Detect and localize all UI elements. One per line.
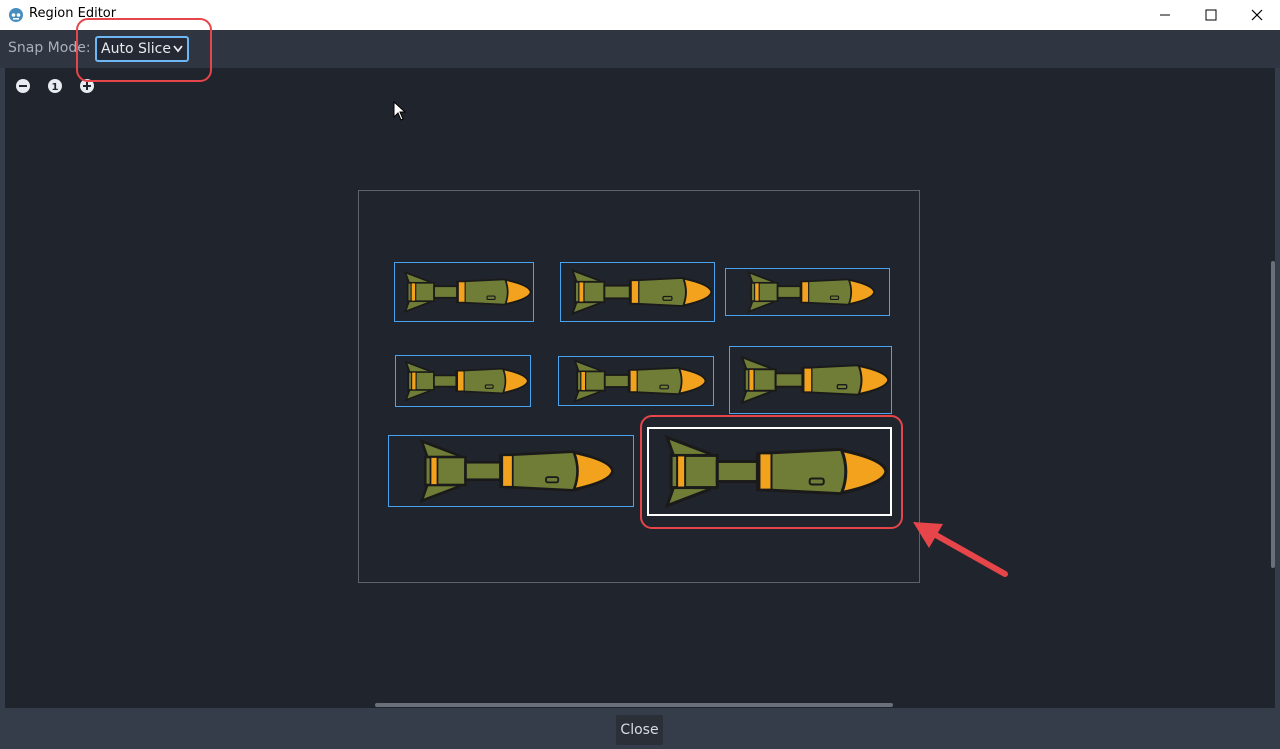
region-7[interactable] xyxy=(388,435,634,507)
svg-text:1: 1 xyxy=(52,82,59,93)
close-window-button[interactable] xyxy=(1234,0,1280,30)
footer-bar: Close xyxy=(0,708,1280,749)
zoom-out-icon[interactable] xyxy=(15,78,31,94)
zoom-reset-icon[interactable]: 1 xyxy=(47,78,63,94)
bomb-sprite xyxy=(396,356,530,406)
missile-sprite xyxy=(559,357,713,405)
godot-icon xyxy=(9,8,23,22)
annotation-arrow-icon xyxy=(913,522,1008,577)
close-icon xyxy=(1251,9,1263,21)
region-canvas[interactable]: 1 xyxy=(5,68,1275,708)
region-4[interactable] xyxy=(395,355,531,407)
maximize-button[interactable] xyxy=(1188,0,1234,30)
bomb-sprite xyxy=(395,263,533,321)
mouse-cursor-icon xyxy=(393,101,407,121)
minimize-icon xyxy=(1160,14,1170,16)
close-button[interactable]: Close xyxy=(616,715,663,745)
annotation-highlight-snap-mode xyxy=(76,18,212,82)
bomb-sprite xyxy=(730,347,891,413)
bomb-sprite xyxy=(726,269,889,315)
region-5[interactable] xyxy=(558,356,714,406)
minimize-button[interactable] xyxy=(1142,0,1188,30)
vertical-scrollbar[interactable] xyxy=(1271,261,1275,568)
horizontal-scrollbar[interactable] xyxy=(375,703,893,707)
annotation-highlight-region xyxy=(640,415,903,529)
region-1[interactable] xyxy=(394,262,534,322)
bomb-sprite xyxy=(389,436,633,506)
region-6[interactable] xyxy=(729,346,892,414)
missile-sprite xyxy=(561,263,714,321)
region-2[interactable] xyxy=(560,262,715,322)
maximize-icon xyxy=(1205,9,1217,21)
region-3[interactable] xyxy=(725,268,890,316)
